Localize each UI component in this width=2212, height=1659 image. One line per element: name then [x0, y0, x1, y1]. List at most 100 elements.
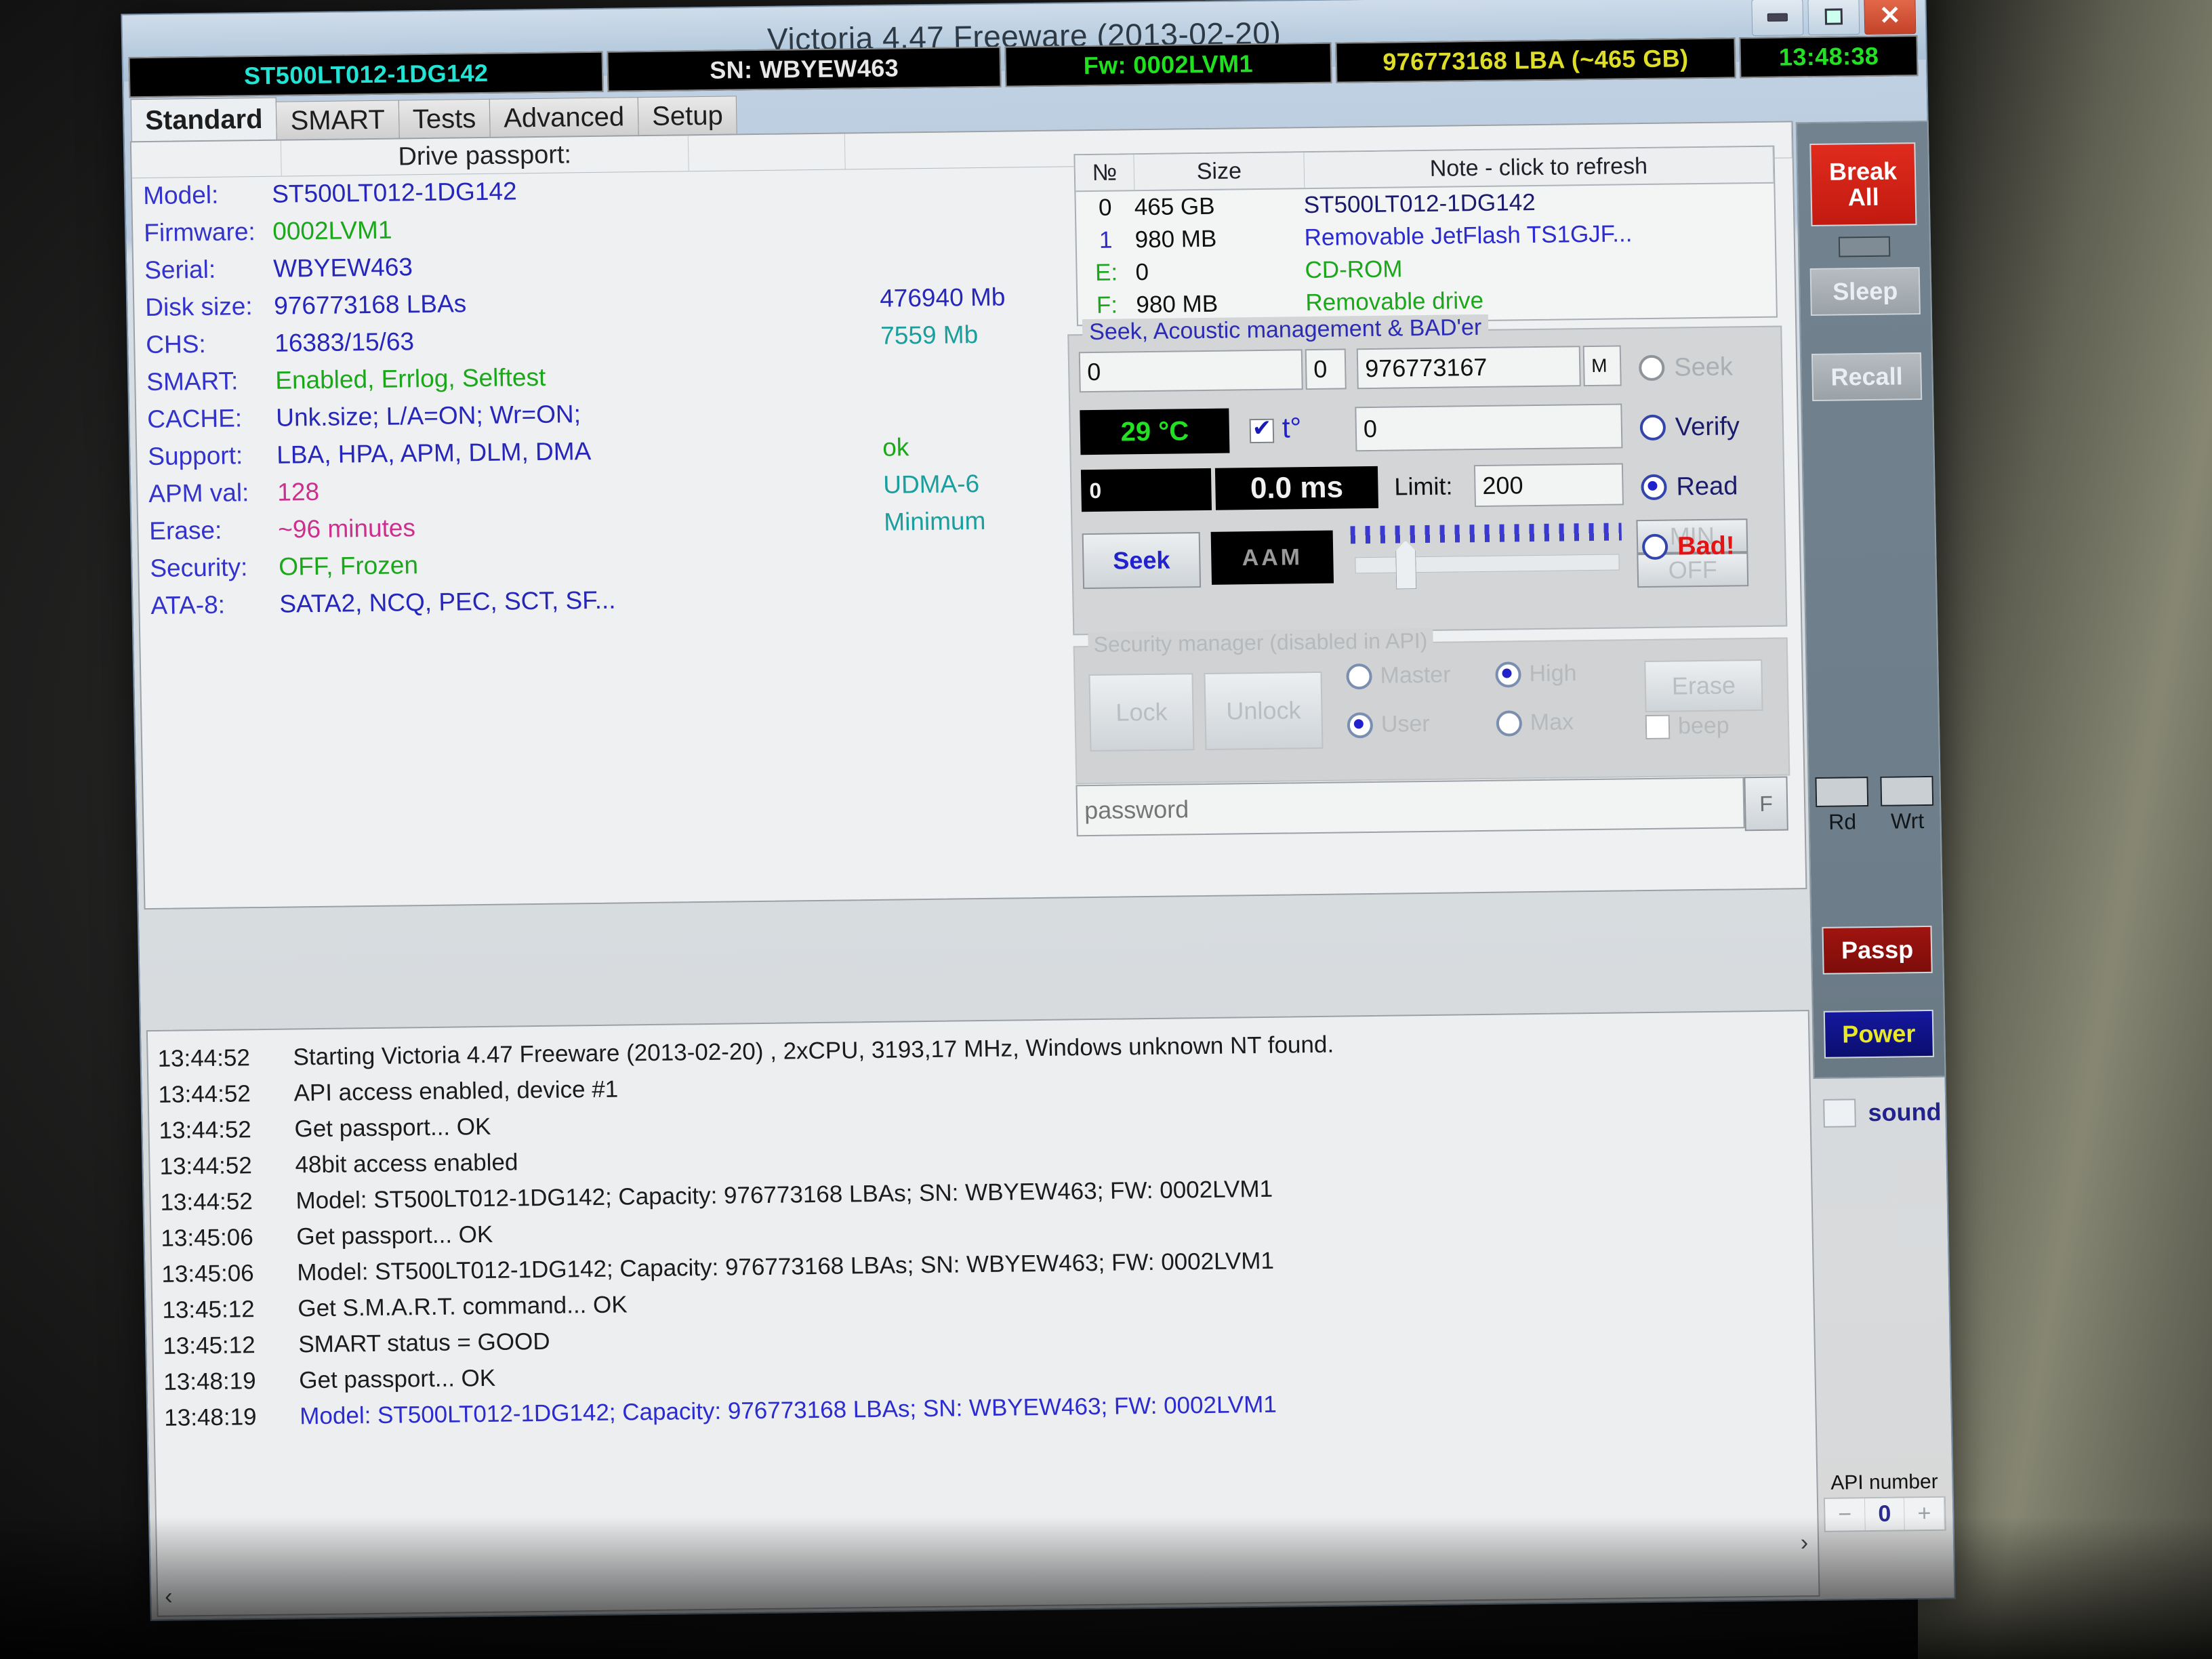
radio-seek-icon	[1638, 354, 1665, 382]
log-time: 13:44:52	[159, 1115, 252, 1144]
password-f-button[interactable]: F	[1744, 776, 1788, 832]
tab-standard[interactable]: Standard	[130, 97, 278, 142]
temperature-checkbox[interactable]	[1249, 418, 1275, 444]
strip-serial: SN: WBYEW463	[607, 46, 1002, 92]
passp-button[interactable]: Passp	[1822, 925, 1933, 975]
seek-time-display: 0.0 ms	[1214, 466, 1379, 510]
log-time: 13:44:52	[157, 1044, 251, 1072]
device-number: E:	[1094, 259, 1118, 286]
radio-max[interactable]: Max	[1496, 709, 1574, 737]
maximize-button[interactable]	[1807, 0, 1860, 36]
radio-user[interactable]: User	[1347, 711, 1431, 738]
seek-button[interactable]: Seek	[1082, 532, 1202, 590]
sleep-button[interactable]: Sleep	[1809, 267, 1921, 316]
radio-bad-icon	[1641, 533, 1668, 560]
tab-tests[interactable]: Tests	[398, 98, 491, 139]
aam-display[interactable]: AAM	[1210, 530, 1334, 585]
tab-smart[interactable]: SMART	[276, 100, 400, 140]
mode-seek-label: Seek	[1673, 352, 1734, 382]
start-unit-label: 0	[1305, 348, 1347, 390]
aam-slider[interactable]	[1350, 523, 1622, 583]
device-size: 0	[1135, 258, 1149, 286]
passport-value: 128	[276, 477, 320, 506]
device-note: CD-ROM	[1305, 255, 1403, 284]
sound-row[interactable]: sound	[1823, 1098, 1942, 1128]
log-time: 13:45:06	[161, 1259, 255, 1288]
passport-label: Model:	[142, 180, 219, 210]
strip-model: ST500LT012-1DG142	[128, 51, 604, 98]
radio-master-label: Master	[1380, 661, 1451, 689]
close-button[interactable]: ✕	[1864, 0, 1917, 35]
minimize-icon	[1767, 13, 1788, 22]
radio-max-icon	[1496, 710, 1523, 737]
right-sidebar-lower: Passp Power	[1810, 913, 1946, 1080]
passport-label: Security:	[149, 553, 248, 582]
mode-seek[interactable]: Seek	[1638, 337, 1775, 398]
photo-background: Victoria 4.47 Freeware (2013-02-20) ✕ ST…	[0, 0, 2212, 1659]
minimize-button[interactable]	[1751, 0, 1804, 37]
mode-read[interactable]: Read	[1641, 456, 1778, 517]
tab-advanced[interactable]: Advanced	[489, 97, 639, 138]
lock-button[interactable]: Lock	[1088, 673, 1195, 752]
passport-label: Serial:	[144, 255, 216, 285]
pass-count-input[interactable]	[1355, 403, 1623, 452]
passport-value: ST500LT012-1DG142	[271, 177, 517, 208]
rd-wrt-indicators: Rd Wrt	[1809, 775, 1940, 835]
log-time: 13:48:19	[163, 1403, 257, 1431]
passport-label: ATA-8:	[150, 590, 226, 619]
radio-master-icon	[1346, 663, 1372, 689]
beep-label: beep	[1677, 712, 1729, 739]
radio-high[interactable]: High	[1495, 660, 1577, 688]
right-sidebar: Break All Sleep Recall Rd Wrt	[1795, 120, 1944, 918]
break-all-button[interactable]: Break All	[1809, 142, 1917, 227]
seek-acoustic-panel: Seek, Acoustic management & BAD'er 0 M 2…	[1067, 314, 1788, 636]
photo-vignette	[0, 1517, 2212, 1659]
log-time: 13:45:12	[162, 1295, 255, 1324]
start-lba-input[interactable]	[1078, 349, 1303, 393]
log-time: 13:44:52	[158, 1080, 251, 1108]
mode-bad[interactable]: Bad!	[1641, 516, 1778, 577]
passport-value: Unk.size; L/A=ON; Wr=ON;	[275, 400, 581, 432]
log-time: 13:45:12	[163, 1331, 255, 1359]
passport-label: Disk size:	[144, 292, 253, 322]
device-size: 465 GB	[1134, 192, 1215, 221]
unlock-button[interactable]: Unlock	[1204, 671, 1324, 750]
mode-radio-group: Seek Verify Read Bad!	[1638, 337, 1778, 577]
sound-label: sound	[1868, 1097, 1942, 1127]
device-note: ST500LT012-1DG142	[1303, 188, 1536, 219]
strip-clock: 13:48:38	[1739, 35, 1919, 79]
device-number: 0	[1098, 194, 1112, 221]
radio-master[interactable]: Master	[1346, 662, 1451, 690]
strip-firmware: Fw: 0002LVM1	[1004, 42, 1332, 87]
end-lba-input[interactable]	[1356, 346, 1581, 390]
tab-setup[interactable]: Setup	[637, 96, 738, 136]
passport-side-value: ok	[882, 433, 909, 462]
recall-button[interactable]: Recall	[1811, 352, 1923, 402]
password-input[interactable]	[1076, 777, 1745, 837]
device-size: 980 MB	[1134, 225, 1217, 253]
passport-value: SATA2, NCQ, PEC, SCT, SF...	[279, 586, 616, 618]
mode-verify[interactable]: Verify	[1639, 396, 1776, 457]
radio-read-icon	[1641, 474, 1667, 501]
column-header-note[interactable]: Note - click to refresh	[1304, 146, 1774, 188]
rd-label: Rd	[1828, 809, 1857, 834]
log-time: 13:44:52	[160, 1187, 253, 1216]
limit-input[interactable]	[1473, 463, 1624, 508]
passport-label: SMART:	[146, 367, 239, 396]
window-controls: ✕	[1751, 0, 1917, 37]
erase-button[interactable]: Erase	[1644, 659, 1763, 713]
radio-verify-icon	[1639, 414, 1666, 441]
maximize-icon	[1824, 8, 1843, 25]
sound-checkbox[interactable]	[1823, 1099, 1856, 1128]
passport-value: 976773168 LBAs	[273, 289, 467, 320]
mode-verify-label: Verify	[1675, 411, 1740, 441]
column-header-number: №	[1075, 155, 1135, 191]
device-note: Removable drive	[1305, 287, 1484, 316]
passport-value: WBYEW463	[272, 253, 413, 283]
beep-row[interactable]: beep	[1645, 713, 1729, 741]
power-button[interactable]: Power	[1823, 1009, 1934, 1059]
device-list[interactable]: API PIO Device 0 № Size Note - click to …	[1073, 145, 1778, 327]
passport-value: ~96 minutes	[277, 514, 416, 544]
beep-checkbox[interactable]	[1645, 714, 1671, 739]
strip-capacity: 976773168 LBA (~465 GB)	[1334, 37, 1736, 83]
